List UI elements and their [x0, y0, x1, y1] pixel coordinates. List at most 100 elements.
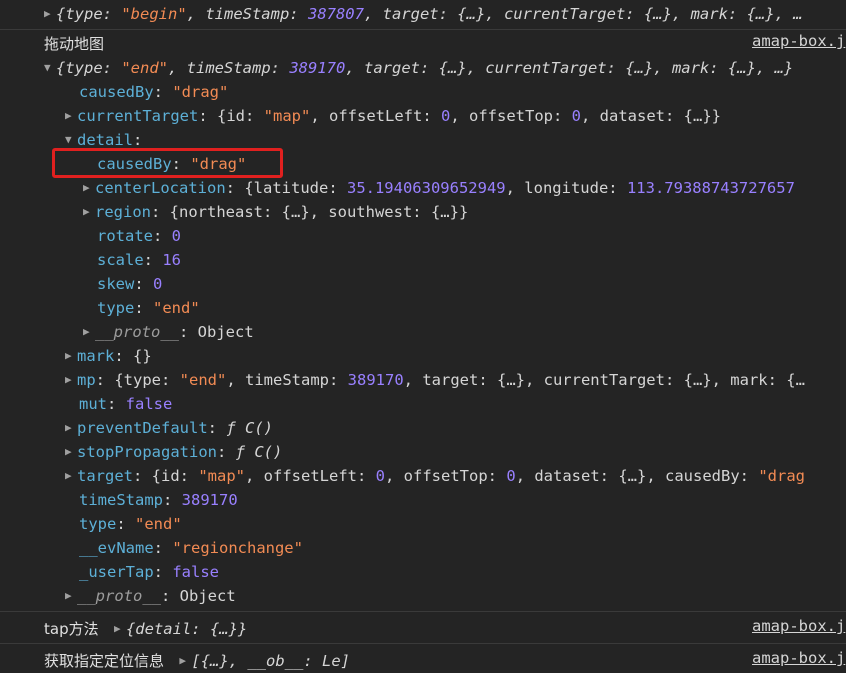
prop-stopPropagation[interactable]: ▶ stopPropagation: ƒ C() [65, 440, 282, 464]
prop-value: Object [197, 323, 254, 341]
cl-p2: 35.19406309652949 [346, 179, 506, 197]
event-summary[interactable]: ▼ {type: "end", timeStamp: 389170, target… [44, 56, 793, 80]
prop-value: Object [179, 587, 236, 605]
prop-key: timeStamp [79, 491, 163, 509]
prop-key: type [97, 299, 135, 317]
ct-p1: {id: [217, 107, 264, 125]
expand-triangle-icon[interactable]: ▶ [83, 176, 95, 200]
detail-centerLocation[interactable]: ▶ centerLocation: {latitude: 35.194063096… [83, 176, 795, 200]
mp-p1: {type: [114, 371, 180, 389]
detail-type: type: "end" [97, 299, 200, 317]
collapse-triangle-icon[interactable]: ▼ [44, 56, 56, 80]
cl-p1: {latitude: [244, 179, 347, 197]
prop-value: 389170 [181, 491, 238, 509]
prop-proto[interactable]: ▶ __proto__: Object [65, 584, 236, 608]
prop-key: __proto__ [95, 323, 179, 341]
prop-key: skew [97, 275, 135, 293]
tap-message[interactable]: tap方法 ▶ {detail: {…}} [44, 617, 247, 641]
source-link[interactable]: amap-box.j [752, 32, 845, 50]
tg-p3: , offsetLeft: [245, 467, 376, 485]
prop-causedBy: causedBy: "drag" [79, 83, 229, 101]
detail-rotate: rotate: 0 [97, 227, 182, 245]
tg-p4: 0 [375, 467, 386, 485]
top-p1: "begin" [121, 5, 187, 23]
prop-target[interactable]: ▶ target: {id: "map", offsetLeft: 0, offs… [65, 464, 805, 488]
prop-key: __evName [79, 539, 154, 557]
expand-triangle-icon[interactable]: ▶ [179, 649, 191, 673]
prop-key: centerLocation [95, 179, 226, 197]
prop-value: {northeast: {…}, southwest: {…}} [169, 203, 469, 221]
ct-p3: , offsetLeft: [310, 107, 441, 125]
es-ts-val: 389170 [289, 59, 346, 77]
prop-value: 0 [153, 275, 163, 293]
tg-p5: , offsetTop: [385, 467, 507, 485]
expand-triangle-icon[interactable]: ▶ [44, 2, 56, 26]
expand-triangle-icon[interactable]: ▶ [65, 440, 77, 464]
tg-p7: , dataset: {…}, causedBy: [515, 467, 759, 485]
top-p3: 387807 [307, 5, 364, 23]
prop-key: currentTarget [77, 107, 199, 125]
ct-p4: 0 [441, 107, 451, 125]
prop-key: detail [77, 131, 133, 149]
tg-p8: "drag [758, 467, 805, 485]
prop-value: ƒ C() [235, 443, 283, 461]
prop-key: _userTap [79, 563, 154, 581]
cl-p3: , longitude: [505, 179, 627, 197]
es-open: {type: [56, 59, 122, 77]
expand-triangle-icon[interactable]: ▶ [65, 584, 77, 608]
expand-triangle-icon[interactable]: ▶ [83, 200, 95, 224]
expand-triangle-icon[interactable]: ▶ [65, 416, 77, 440]
expand-triangle-icon[interactable]: ▶ [114, 617, 126, 641]
mp-p2: "end" [179, 371, 227, 389]
mp-p4: 389170 [347, 371, 404, 389]
tg-p2: "map" [198, 467, 246, 485]
prop-value: ƒ C() [226, 419, 273, 437]
detail-proto[interactable]: ▶ __proto__: Object [83, 320, 254, 344]
detail-region[interactable]: ▶ region: {northeast: {…}, southwest: {…}… [83, 200, 468, 224]
prop-key: preventDefault [77, 419, 208, 437]
prop-currentTarget[interactable]: ▶ currentTarget: {id: "map", offsetLeft: … [65, 104, 721, 128]
prop-value: "end" [153, 299, 200, 317]
tg-p6: 0 [506, 467, 516, 485]
previous-event-line[interactable]: ▶ {type: "begin", timeStamp: 387807, targ… [44, 2, 803, 26]
ct-p2: "map" [263, 107, 311, 125]
prop-key: stopPropagation [77, 443, 217, 461]
cl-p4: 113.79388743727657 [626, 179, 795, 197]
prop-key: __proto__ [77, 587, 161, 605]
prop-value: false [172, 563, 219, 581]
source-link[interactable]: amap-box.j [752, 649, 845, 667]
prop-mp[interactable]: ▶ mp: {type: "end", timeStamp: 389170, ta… [65, 368, 805, 392]
expand-triangle-icon[interactable]: ▶ [83, 320, 95, 344]
prop-userTap: _userTap: false [79, 563, 219, 581]
top-p2: , timeStamp: [186, 5, 308, 23]
prop-value: "regionchange" [172, 539, 303, 557]
expand-triangle-icon[interactable]: ▶ [65, 344, 77, 368]
message-separator [0, 611, 846, 612]
prop-value: "drag" [172, 83, 229, 101]
source-link[interactable]: amap-box.j [752, 617, 845, 635]
prop-key: causedBy [79, 83, 154, 101]
tap-label: tap方法 [44, 620, 99, 638]
prop-value: 0 [171, 227, 182, 245]
ct-p7: , dataset: {…}} [581, 107, 721, 125]
prop-preventDefault[interactable]: ▶ preventDefault: ƒ C() [65, 416, 273, 440]
expand-triangle-icon[interactable]: ▶ [65, 368, 77, 392]
prop-mark[interactable]: ▶ mark: {} [65, 344, 152, 368]
prop-key: scale [97, 251, 144, 269]
expand-triangle-icon[interactable]: ▶ [65, 104, 77, 128]
loc-label: 获取指定定位信息 [44, 652, 165, 670]
prop-key: region [95, 203, 151, 221]
expand-triangle-icon[interactable]: ▶ [65, 464, 77, 488]
tg-p1: {id: [151, 467, 199, 485]
console-group-label: 拖动地图 [44, 35, 105, 53]
prop-timeStamp: timeStamp: 389170 [79, 491, 238, 509]
loc-value: [{…}, __ob__: Le] [191, 652, 350, 670]
location-message[interactable]: 获取指定定位信息 ▶ [{…}, __ob__: Le] [44, 649, 350, 673]
ct-p6: 0 [571, 107, 582, 125]
es-ts-key: , timeStamp: [168, 59, 290, 77]
message-separator [0, 29, 846, 30]
es-rest: , target: {…}, currentTarget: {…}, mark:… [345, 59, 794, 77]
red-highlight-box [52, 148, 283, 178]
top-p4: , target: {…}, currentTarget: {…}, mark:… [363, 5, 803, 23]
prop-value: {} [133, 347, 152, 365]
